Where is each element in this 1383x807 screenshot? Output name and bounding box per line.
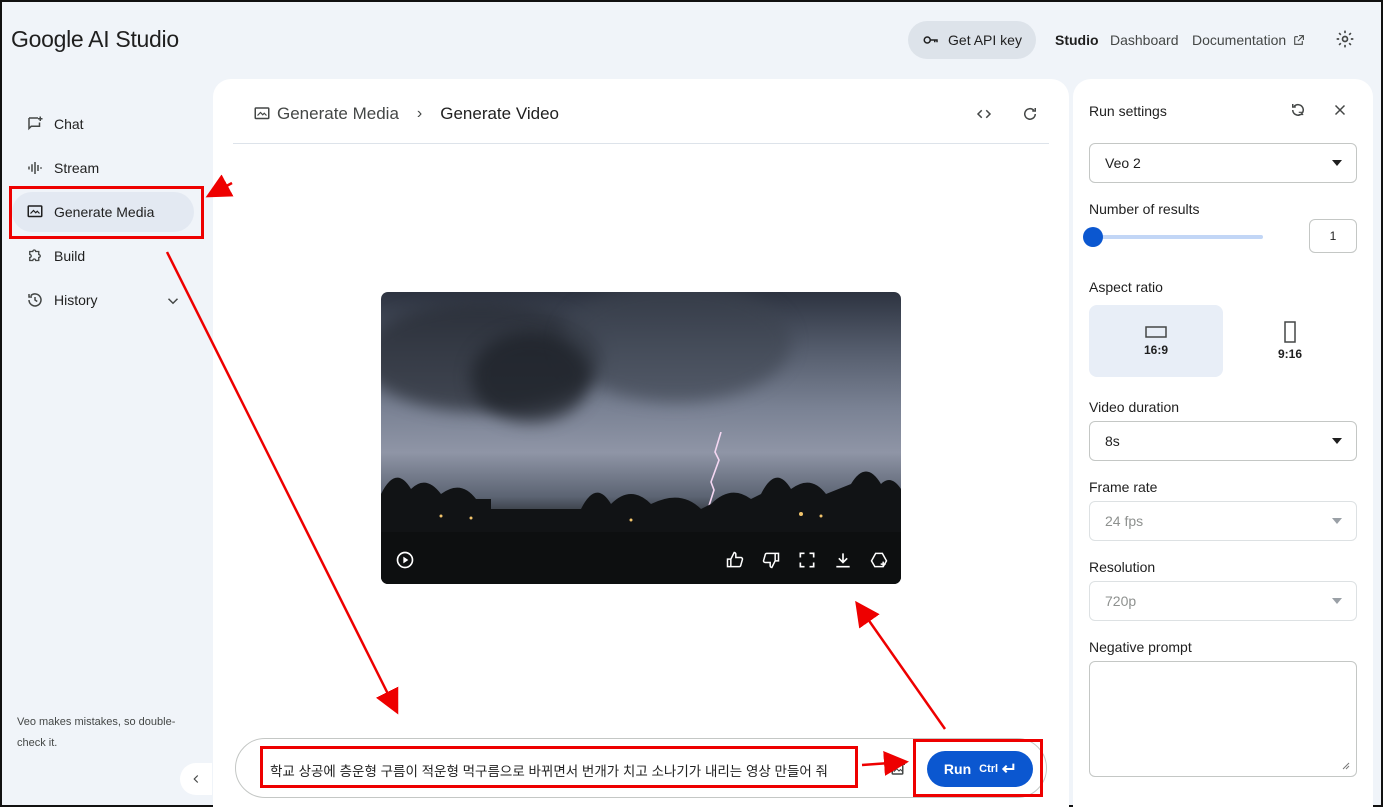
- sidebar-item-label: History: [54, 292, 98, 308]
- thumbs-down-icon[interactable]: [761, 550, 781, 570]
- annotation-box-generate-media: [9, 186, 204, 239]
- aspect-ratio-9-16[interactable]: 9:16: [1223, 305, 1357, 377]
- model-select-value: Veo 2: [1105, 155, 1141, 171]
- breadcrumb: Generate Media › Generate Video: [253, 104, 559, 124]
- main-toolbar: [975, 105, 1039, 123]
- portrait-icon: [1284, 321, 1296, 343]
- history-icon: [28, 293, 42, 307]
- dropdown-caret-icon: [1332, 518, 1342, 524]
- settings-gear-icon[interactable]: [1335, 29, 1355, 49]
- dropdown-caret-icon: [1332, 598, 1342, 604]
- frame-rate-value: 24 fps: [1105, 513, 1144, 529]
- build-icon: [29, 249, 41, 262]
- sidebar-item-label: Stream: [54, 160, 100, 176]
- key-icon: [923, 36, 938, 44]
- sidebar-item-label: Chat: [54, 116, 84, 132]
- aspect-ratio-label: 9:16: [1277, 347, 1303, 361]
- annotation-box-run: [913, 739, 1043, 797]
- sidebar-item-chat[interactable]: Chat: [12, 104, 194, 144]
- play-icon[interactable]: [395, 550, 415, 570]
- nav-documentation[interactable]: Documentation: [1192, 32, 1305, 48]
- sidebar-item-stream[interactable]: Stream: [12, 148, 194, 188]
- get-api-key-label: Get API key: [948, 32, 1022, 48]
- chevron-down-icon[interactable]: [164, 292, 182, 310]
- nav-studio[interactable]: Studio: [1055, 32, 1099, 48]
- dropdown-caret-icon: [1332, 438, 1342, 444]
- chat-icon: [28, 116, 43, 131]
- thumbs-up-icon[interactable]: [725, 550, 745, 570]
- aspect-ratio-label: 16:9: [1143, 343, 1169, 357]
- negative-prompt-input[interactable]: [1089, 661, 1357, 777]
- run-settings-panel: Run settings Veo 2 Number of results 1 A…: [1073, 79, 1373, 807]
- treeline: [381, 471, 901, 534]
- resize-grip-icon[interactable]: [1342, 762, 1350, 770]
- resolution-label: Resolution: [1089, 559, 1156, 575]
- close-icon[interactable]: [1331, 101, 1349, 119]
- video-controls-left: [395, 550, 415, 570]
- divider: [233, 143, 1049, 144]
- media-icon: [254, 107, 270, 120]
- external-link-icon: [1294, 34, 1305, 45]
- top-bar: Google AI Studio Get API key Studio Dash…: [2, 2, 1381, 78]
- main-panel: Generate Media › Generate Video 학교 상공에 층…: [213, 79, 1069, 807]
- app-logo[interactable]: Google AI Studio: [11, 26, 179, 53]
- reset-settings-icon[interactable]: [1289, 101, 1307, 119]
- run-settings-title: Run settings: [1089, 103, 1167, 119]
- run-settings-toolbar: [1289, 101, 1349, 119]
- chevron-left-icon: [193, 775, 199, 783]
- collapse-sidebar-button[interactable]: [180, 763, 212, 795]
- sidebar-item-label: Build: [54, 248, 86, 264]
- breadcrumb-separator-icon: ›: [416, 105, 423, 122]
- add-image-icon[interactable]: [890, 759, 908, 777]
- video-duration-value: 8s: [1105, 433, 1120, 449]
- number-of-results-label: Number of results: [1089, 201, 1200, 217]
- negative-prompt-label: Negative prompt: [1089, 639, 1192, 655]
- fullscreen-icon[interactable]: [797, 550, 817, 570]
- annotation-box-prompt: [260, 746, 858, 788]
- resolution-value: 720p: [1105, 593, 1137, 609]
- stream-icon: [28, 162, 42, 174]
- video-duration-label: Video duration: [1089, 399, 1180, 415]
- get-api-key-button[interactable]: Get API key: [908, 21, 1036, 59]
- dropdown-caret-icon: [1332, 160, 1342, 166]
- sidebar-item-build[interactable]: Build: [12, 236, 194, 276]
- video-duration-select[interactable]: 8s: [1089, 421, 1357, 461]
- aspect-ratio-label: Aspect ratio: [1089, 279, 1163, 295]
- drive-share-icon[interactable]: [869, 550, 889, 570]
- nav-dashboard[interactable]: Dashboard: [1110, 32, 1179, 48]
- video-controls-right: [725, 550, 889, 570]
- breadcrumb-parent-label: Generate Media: [277, 104, 399, 123]
- video-cloud: [561, 292, 791, 402]
- nav-documentation-label: Documentation: [1192, 32, 1287, 48]
- results-slider-thumb[interactable]: [1083, 227, 1103, 247]
- results-number-input[interactable]: 1: [1309, 219, 1357, 253]
- resolution-select: 720p: [1089, 581, 1357, 621]
- download-icon[interactable]: [833, 550, 853, 570]
- frame-rate-label: Frame rate: [1089, 479, 1158, 495]
- landscape-icon: [1145, 326, 1167, 338]
- refresh-icon[interactable]: [1021, 105, 1039, 123]
- model-select[interactable]: Veo 2: [1089, 143, 1357, 183]
- breadcrumb-parent[interactable]: Generate Media: [253, 104, 399, 124]
- video-cloud: [471, 332, 591, 422]
- aspect-ratio-16-9[interactable]: 16:9: [1089, 305, 1223, 377]
- results-slider-track[interactable]: [1093, 235, 1263, 239]
- disclaimer-note: Veo makes mistakes, so double-check it.: [17, 716, 176, 749]
- frame-rate-select: 24 fps: [1089, 501, 1357, 541]
- sidebar-item-history[interactable]: History: [12, 280, 194, 320]
- code-icon[interactable]: [975, 105, 993, 123]
- video-player[interactable]: [381, 292, 901, 584]
- breadcrumb-current: Generate Video: [440, 104, 560, 123]
